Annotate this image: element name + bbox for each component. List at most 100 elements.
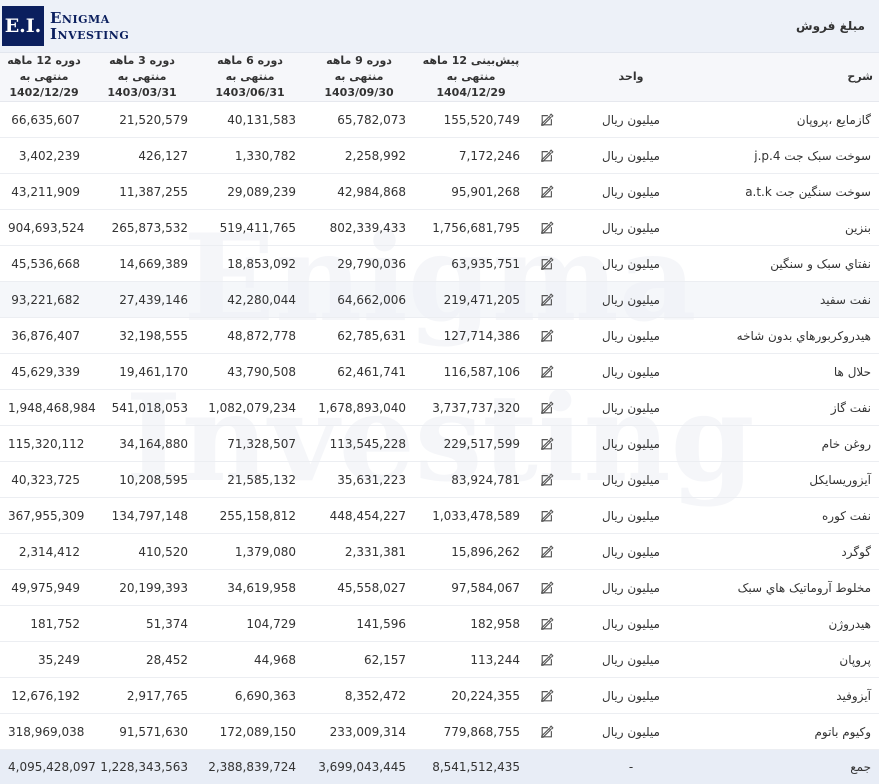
edit-icon[interactable] (540, 221, 554, 235)
cell-p3: 1,228,343,563 (88, 750, 196, 784)
header-p9: دوره 9 ماهه منتهی به 1403/09/30 (304, 53, 414, 102)
cell-forecast: 1,033,478,589 (414, 498, 528, 534)
cell-edit (528, 498, 566, 534)
cell-p6: 48,872,778 (196, 318, 304, 354)
total-row: جمع-8,541,512,4353,699,043,4452,388,839,… (0, 750, 879, 784)
cell-p12: 2,314,412 (0, 534, 88, 570)
section-title: مبلغ فروش (796, 19, 879, 33)
cell-desc: جمع (696, 750, 879, 784)
cell-p12: 43,211,909 (0, 174, 88, 210)
cell-desc: روغن خام (696, 426, 879, 462)
edit-icon[interactable] (540, 617, 554, 631)
table-row: آيزوريسايکلمیلیون ریال83,924,78135,631,2… (0, 462, 879, 498)
cell-p3: 11,387,255 (88, 174, 196, 210)
cell-p3: 541,018,053 (88, 390, 196, 426)
edit-icon[interactable] (540, 473, 554, 487)
cell-p6: 21,585,132 (196, 462, 304, 498)
cell-unit: میلیون ریال (566, 426, 696, 462)
cell-p9: 62,785,631 (304, 318, 414, 354)
cell-p6: 71,328,507 (196, 426, 304, 462)
cell-unit: میلیون ریال (566, 534, 696, 570)
cell-p9: 802,339,433 (304, 210, 414, 246)
cell-p9: 8,352,472 (304, 678, 414, 714)
edit-icon[interactable] (540, 365, 554, 379)
edit-icon[interactable] (540, 653, 554, 667)
cell-p9: 62,461,741 (304, 354, 414, 390)
edit-icon[interactable] (540, 401, 554, 415)
cell-p12: 12,676,192 (0, 678, 88, 714)
table-row: نفت گازمیلیون ریال3,737,737,3201,678,893… (0, 390, 879, 426)
edit-icon[interactable] (540, 725, 554, 739)
cell-p3: 2,917,765 (88, 678, 196, 714)
cell-p3: 20,199,393 (88, 570, 196, 606)
header-edit (528, 53, 566, 102)
cell-forecast: 182,958 (414, 606, 528, 642)
cell-p6: 42,280,044 (196, 282, 304, 318)
cell-edit (528, 138, 566, 174)
cell-p12: 3,402,239 (0, 138, 88, 174)
cell-p12: 318,969,038 (0, 714, 88, 750)
logo: E.I. Enigma Investing (0, 0, 129, 52)
cell-desc: نفت کوره (696, 498, 879, 534)
cell-desc: هيدروکربورهاي بدون شاخه (696, 318, 879, 354)
table-row: پروپانمیلیون ریال113,24462,15744,96828,4… (0, 642, 879, 678)
edit-icon[interactable] (540, 293, 554, 307)
cell-desc: آيزوريسايکل (696, 462, 879, 498)
table-row: هيدروکربورهاي بدون شاخهمیلیون ریال127,71… (0, 318, 879, 354)
cell-unit: میلیون ریال (566, 102, 696, 138)
cell-p6: 519,411,765 (196, 210, 304, 246)
cell-desc: سوخت سنگین جت a.t.k (696, 174, 879, 210)
edit-icon[interactable] (540, 185, 554, 199)
top-bar: E.I. Enigma Investing مبلغ فروش (0, 0, 879, 53)
logo-line1: Enigma (50, 10, 129, 26)
cell-p12: 93,221,682 (0, 282, 88, 318)
cell-p6: 1,379,080 (196, 534, 304, 570)
cell-unit: میلیون ریال (566, 138, 696, 174)
cell-p3: 34,164,880 (88, 426, 196, 462)
cell-p6: 172,089,150 (196, 714, 304, 750)
cell-unit: میلیون ریال (566, 606, 696, 642)
cell-p9: 233,009,314 (304, 714, 414, 750)
cell-forecast: 7,172,246 (414, 138, 528, 174)
cell-p9: 2,331,381 (304, 534, 414, 570)
table-header: شرح واحد پیش‌بینی 12 ماهه منتهی به 1404/… (0, 53, 879, 102)
edit-icon[interactable] (540, 689, 554, 703)
cell-p12: 35,249 (0, 642, 88, 678)
cell-edit (528, 426, 566, 462)
header-forecast: پیش‌بینی 12 ماهه منتهی به 1404/12/29 (414, 53, 528, 102)
table-row: وکيوم باتوممیلیون ریال779,868,755233,009… (0, 714, 879, 750)
cell-p9: 42,984,868 (304, 174, 414, 210)
cell-p12: 40,323,725 (0, 462, 88, 498)
cell-p9: 1,678,893,040 (304, 390, 414, 426)
cell-p12: 181,752 (0, 606, 88, 642)
cell-edit (528, 354, 566, 390)
cell-edit (528, 678, 566, 714)
cell-p6: 2,388,839,724 (196, 750, 304, 784)
edit-icon[interactable] (540, 509, 554, 523)
cell-unit: میلیون ریال (566, 570, 696, 606)
cell-p3: 51,374 (88, 606, 196, 642)
cell-forecast: 113,244 (414, 642, 528, 678)
edit-icon[interactable] (540, 545, 554, 559)
cell-p9: 448,454,227 (304, 498, 414, 534)
edit-icon[interactable] (540, 437, 554, 451)
cell-edit-empty (528, 750, 566, 784)
edit-icon[interactable] (540, 581, 554, 595)
edit-icon[interactable] (540, 329, 554, 343)
cell-unit: میلیون ریال (566, 462, 696, 498)
cell-p9: 62,157 (304, 642, 414, 678)
cell-unit: میلیون ریال (566, 354, 696, 390)
edit-icon[interactable] (540, 113, 554, 127)
cell-p6: 1,330,782 (196, 138, 304, 174)
edit-icon[interactable] (540, 149, 554, 163)
cell-p3: 28,452 (88, 642, 196, 678)
cell-p3: 426,127 (88, 138, 196, 174)
cell-edit (528, 102, 566, 138)
header-p3: دوره 3 ماهه منتهی به 1403/03/31 (88, 53, 196, 102)
cell-edit (528, 174, 566, 210)
cell-desc: مخلوط آروماتيک هاي سبک (696, 570, 879, 606)
table-row: آيزوفيدمیلیون ریال20,224,3558,352,4726,6… (0, 678, 879, 714)
table-row: نفت کورهمیلیون ریال1,033,478,589448,454,… (0, 498, 879, 534)
cell-unit: میلیون ریال (566, 318, 696, 354)
edit-icon[interactable] (540, 257, 554, 271)
